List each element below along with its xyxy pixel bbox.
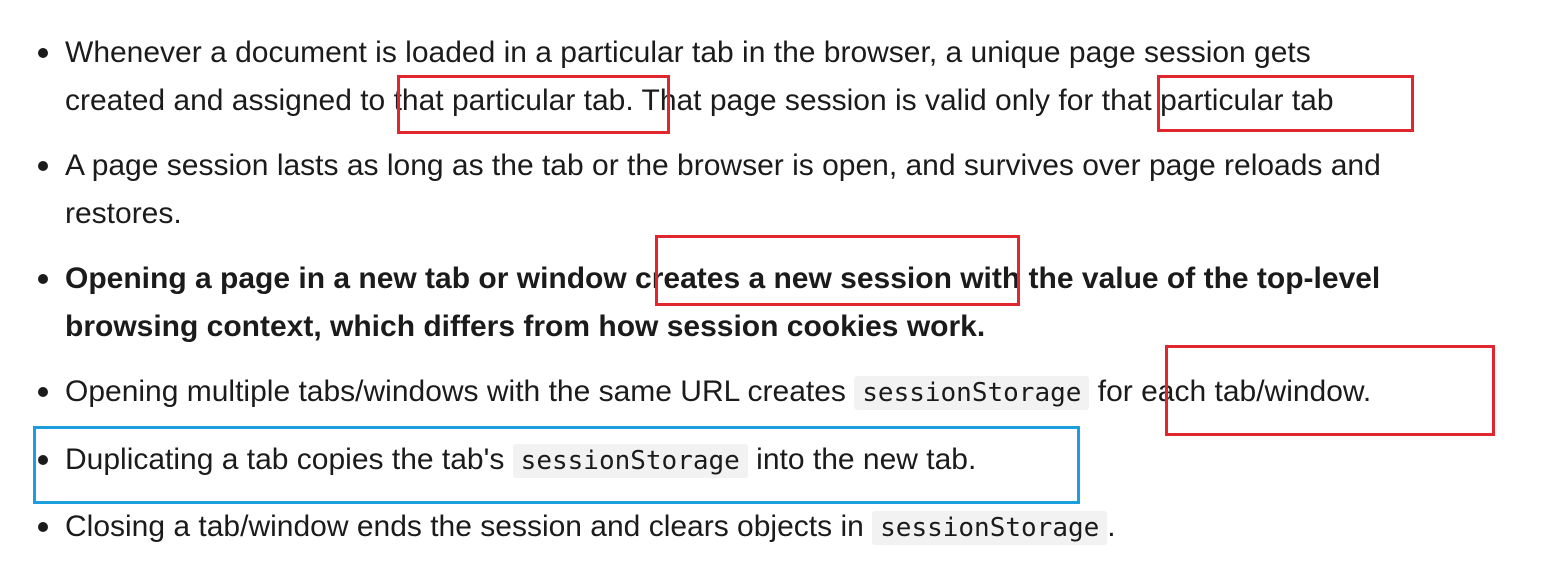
list-item-text: Opening multiple tabs/windows with the s…: [65, 375, 855, 408]
list-item: A page session lasts as long as the tab …: [38, 142, 1381, 238]
list-item-line: Whenever a document is loaded in a parti…: [65, 36, 1311, 69]
inline-code: sessionStorage: [854, 376, 1090, 410]
document-page: Whenever a document is loaded in a parti…: [0, 0, 1542, 566]
list-item-line: created and assigned to that particular …: [65, 84, 1334, 117]
inline-code: sessionStorage: [512, 444, 748, 478]
list-item-line: Opening a page in a new tab or window cr…: [65, 262, 1381, 295]
list-item-text: .: [1107, 510, 1116, 543]
list-item: Whenever a document is loaded in a parti…: [38, 29, 1334, 125]
inline-code: sessionStorage: [872, 511, 1108, 545]
list-item-bold: Opening a page in a new tab or window cr…: [37, 255, 1381, 351]
list-item: Duplicating a tab copies the tab's sessi…: [37, 436, 977, 485]
list-item-text: Closing a tab/window ends the session an…: [65, 510, 873, 543]
list-item-text: for each tab/window.: [1089, 375, 1372, 408]
list-item: Closing a tab/window ends the session an…: [38, 503, 1116, 552]
list-item-text: into the new tab.: [747, 443, 977, 476]
list-item-line: browsing context, which differs from how…: [65, 310, 986, 343]
list-item: Opening multiple tabs/windows with the s…: [37, 368, 1372, 417]
list-item-line: restores.: [65, 197, 182, 230]
list-item-text: Duplicating a tab copies the tab's: [65, 443, 513, 476]
list-item-line: A page session lasts as long as the tab …: [65, 149, 1381, 182]
